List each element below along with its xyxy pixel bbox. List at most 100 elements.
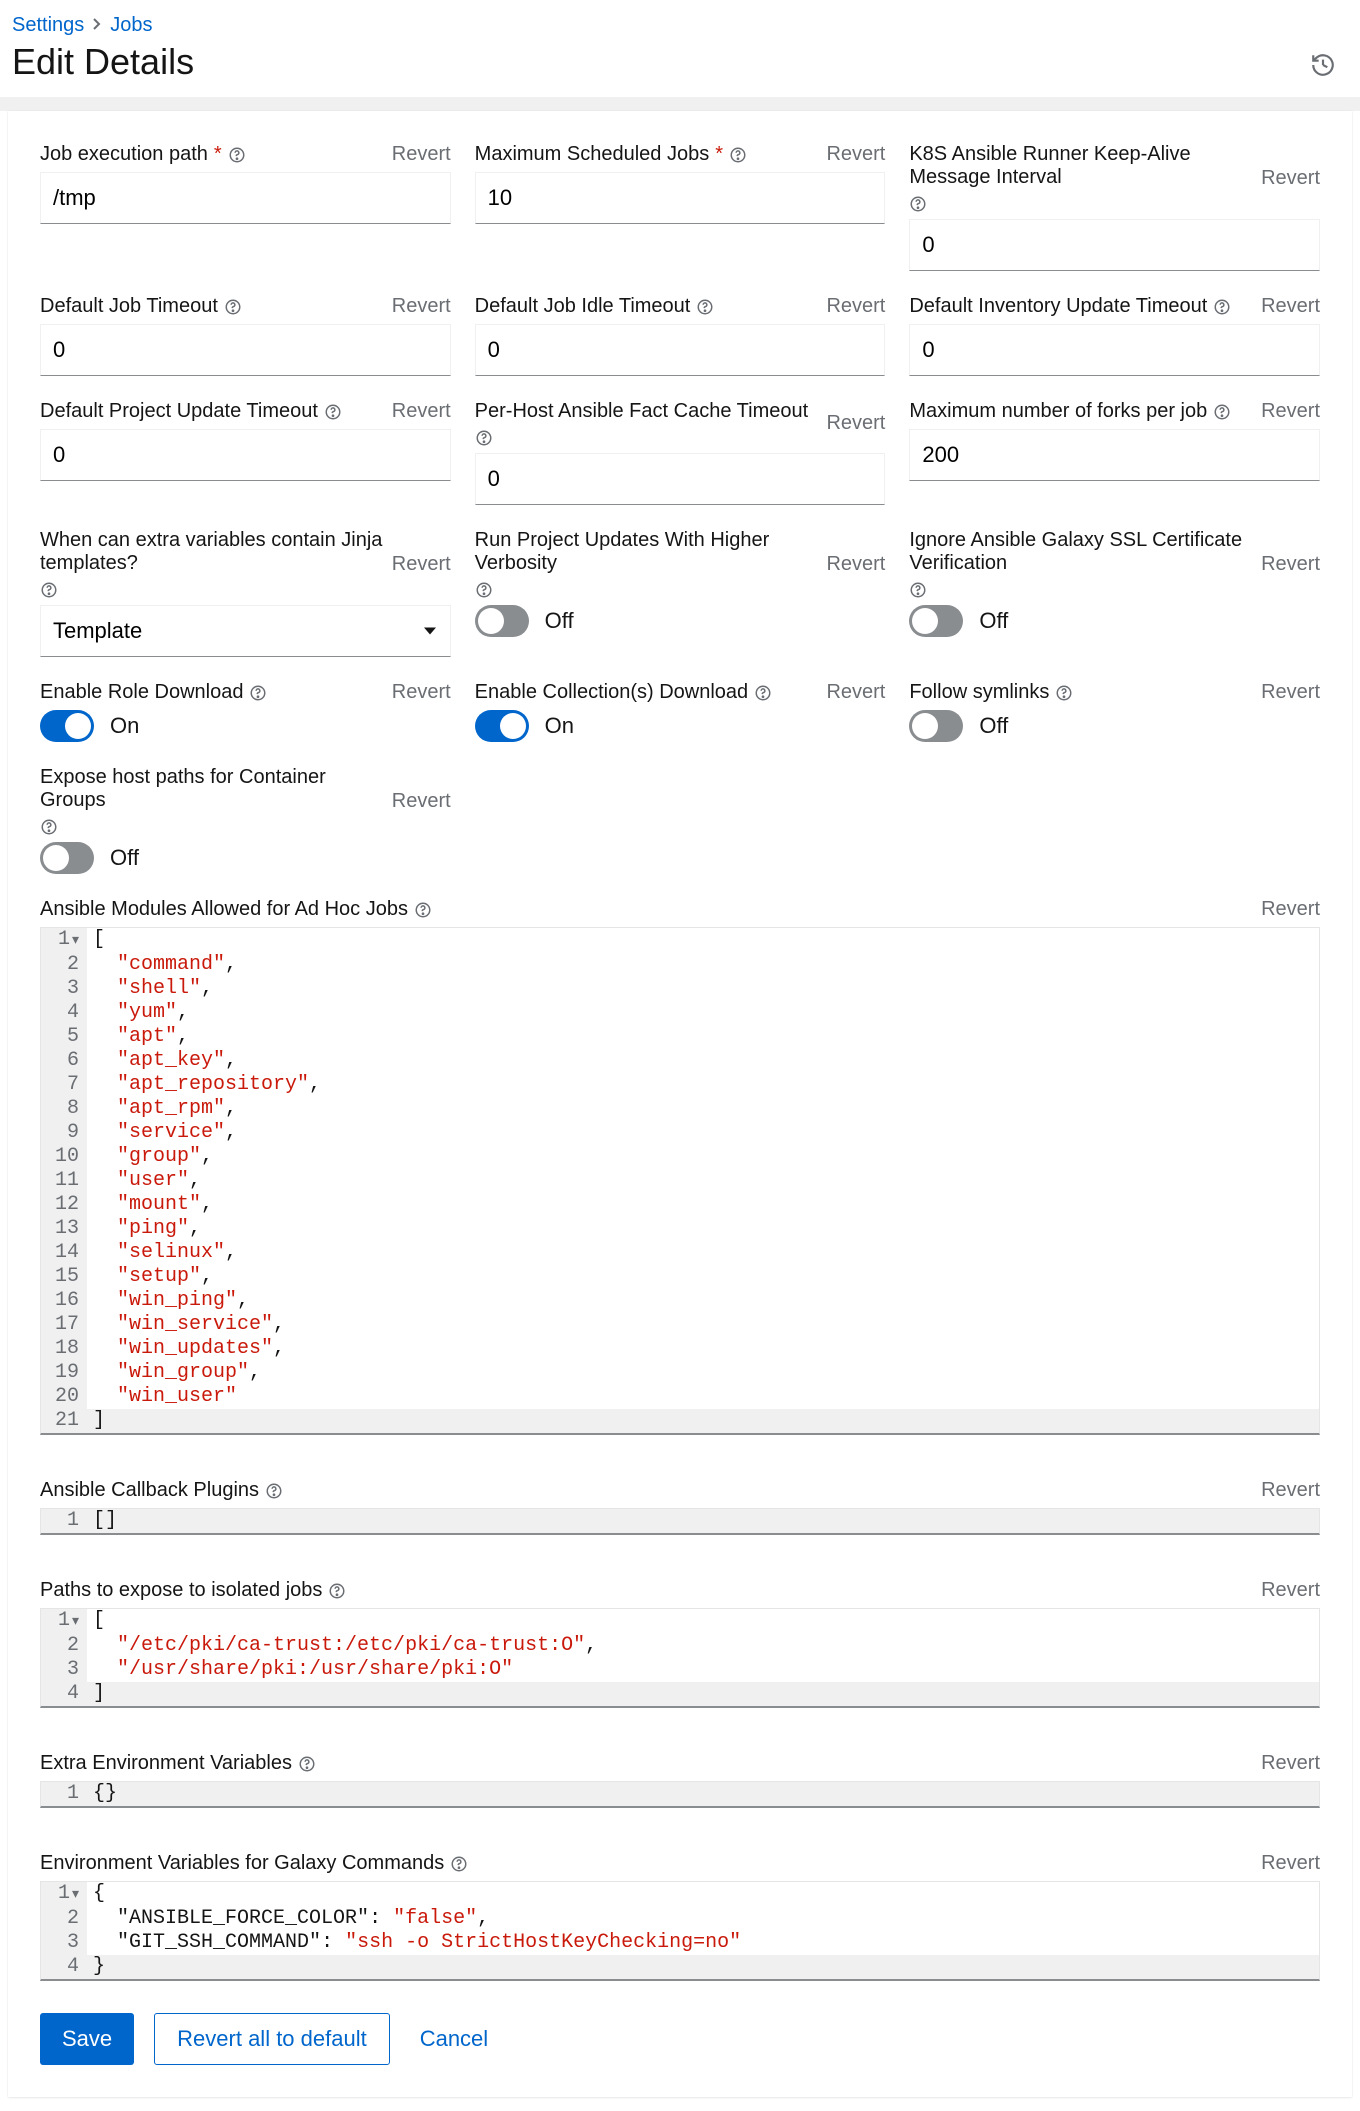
help-icon[interactable]	[224, 298, 242, 316]
breadcrumb-settings[interactable]: Settings	[12, 14, 84, 37]
ignore-ssl-state: Off	[979, 608, 1008, 634]
label-per-host-fact-cache: Per-Host Ansible Fact Cache Timeout	[475, 400, 827, 447]
revert-adhoc-modules[interactable]: Revert	[1261, 898, 1320, 921]
label-default-inv-update: Default Inventory Update Timeout	[909, 295, 1231, 318]
revert-enable-coll-dl[interactable]: Revert	[826, 681, 885, 704]
revert-k8s-keepalive[interactable]: Revert	[1261, 167, 1320, 190]
follow-symlinks-state: Off	[979, 713, 1008, 739]
help-icon[interactable]	[729, 146, 747, 164]
revert-follow-symlinks[interactable]: Revert	[1261, 681, 1320, 704]
label-default-job-idle: Default Job Idle Timeout	[475, 295, 715, 318]
label-follow-symlinks: Follow symlinks	[909, 681, 1073, 704]
revert-job-exec-path[interactable]: Revert	[392, 143, 451, 166]
revert-all-button[interactable]: Revert all to default	[154, 2013, 390, 2065]
label-isolated-paths: Paths to expose to isolated jobs	[40, 1579, 346, 1602]
galaxy-env-editor[interactable]: 1▾{2 "ANSIBLE_FORCE_COLOR": "false",3 "G…	[40, 1881, 1320, 1981]
help-icon[interactable]	[265, 1482, 283, 1500]
label-extra-env: Extra Environment Variables	[40, 1752, 316, 1775]
revert-higher-verbosity[interactable]: Revert	[826, 553, 885, 576]
revert-ignore-ssl[interactable]: Revert	[1261, 553, 1320, 576]
help-icon[interactable]	[475, 581, 493, 599]
revert-max-forks[interactable]: Revert	[1261, 400, 1320, 423]
revert-callback-plugins[interactable]: Revert	[1261, 1479, 1320, 1502]
save-button[interactable]: Save	[40, 2013, 134, 2065]
job-exec-path-input[interactable]	[40, 172, 451, 224]
jinja-select[interactable]	[40, 605, 451, 657]
revert-default-job-timeout[interactable]: Revert	[392, 295, 451, 318]
extra-env-value: {}	[93, 1782, 117, 1805]
default-job-idle-input[interactable]	[475, 324, 886, 376]
follow-symlinks-toggle[interactable]	[909, 710, 963, 742]
help-icon[interactable]	[40, 581, 58, 599]
default-job-timeout-input[interactable]	[40, 324, 451, 376]
callback-plugins-value: []	[93, 1509, 117, 1532]
adhoc-modules-editor[interactable]: 1▾[2 "command",3 "shell",4 "yum",5 "apt"…	[40, 927, 1320, 1435]
enable-role-dl-toggle[interactable]	[40, 710, 94, 742]
revert-jinja[interactable]: Revert	[392, 553, 451, 576]
enable-coll-dl-toggle[interactable]	[475, 710, 529, 742]
enable-role-dl-state: On	[110, 713, 139, 739]
help-icon[interactable]	[324, 403, 342, 421]
revert-per-host-fact-cache[interactable]: Revert	[826, 412, 885, 435]
label-enable-role-dl: Enable Role Download	[40, 681, 267, 704]
callback-plugins-editor[interactable]: 1[]	[40, 1508, 1320, 1535]
label-higher-verbosity: Run Project Updates With Higher Verbosit…	[475, 529, 827, 599]
history-icon[interactable]	[1310, 52, 1336, 84]
label-expose-host-paths: Expose host paths for Container Groups	[40, 766, 392, 836]
revert-extra-env[interactable]: Revert	[1261, 1752, 1320, 1775]
revert-isolated-paths[interactable]: Revert	[1261, 1579, 1320, 1602]
extra-env-editor[interactable]: 1{}	[40, 1781, 1320, 1808]
help-icon[interactable]	[909, 195, 927, 213]
max-forks-input[interactable]	[909, 429, 1320, 481]
revert-default-inv-update[interactable]: Revert	[1261, 295, 1320, 318]
max-scheduled-input[interactable]	[475, 172, 886, 224]
expose-host-paths-toggle[interactable]	[40, 842, 94, 874]
label-galaxy-env: Environment Variables for Galaxy Command…	[40, 1852, 468, 1875]
label-adhoc-modules: Ansible Modules Allowed for Ad Hoc Jobs	[40, 898, 432, 921]
chevron-right-icon	[92, 17, 102, 35]
expose-host-paths-state: Off	[110, 845, 139, 871]
help-icon[interactable]	[414, 901, 432, 919]
label-enable-coll-dl: Enable Collection(s) Download	[475, 681, 772, 704]
isolated-paths-editor[interactable]: 1▾[2 "/etc/pki/ca-trust:/etc/pki/ca-trus…	[40, 1608, 1320, 1708]
help-icon[interactable]	[1213, 298, 1231, 316]
breadcrumb: Settings Jobs	[12, 10, 1348, 39]
help-icon[interactable]	[475, 429, 493, 447]
help-icon[interactable]	[228, 146, 246, 164]
revert-default-job-idle[interactable]: Revert	[826, 295, 885, 318]
help-icon[interactable]	[328, 1582, 346, 1600]
section-divider	[0, 97, 1360, 111]
label-jinja: When can extra variables contain Jinja t…	[40, 529, 392, 599]
revert-default-proj-update[interactable]: Revert	[392, 400, 451, 423]
ignore-ssl-toggle[interactable]	[909, 605, 963, 637]
page-title: Edit Details	[12, 41, 194, 83]
help-icon[interactable]	[298, 1755, 316, 1773]
edit-form-card: Job execution path* Revert Maximum Sched…	[8, 111, 1352, 2097]
per-host-fact-cache-input[interactable]	[475, 453, 886, 505]
label-default-job-timeout: Default Job Timeout	[40, 295, 242, 318]
label-k8s-keepalive: K8S Ansible Runner Keep-Alive Message In…	[909, 143, 1261, 213]
help-icon[interactable]	[696, 298, 714, 316]
default-proj-update-input[interactable]	[40, 429, 451, 481]
higher-verbosity-state: Off	[545, 608, 574, 634]
help-icon[interactable]	[754, 684, 772, 702]
breadcrumb-jobs[interactable]: Jobs	[110, 14, 152, 37]
k8s-keepalive-input[interactable]	[909, 219, 1320, 271]
label-default-proj-update: Default Project Update Timeout	[40, 400, 342, 423]
revert-enable-role-dl[interactable]: Revert	[392, 681, 451, 704]
help-icon[interactable]	[40, 818, 58, 836]
revert-expose-host-paths[interactable]: Revert	[392, 790, 451, 813]
label-callback-plugins: Ansible Callback Plugins	[40, 1479, 283, 1502]
help-icon[interactable]	[1055, 684, 1073, 702]
label-max-scheduled: Maximum Scheduled Jobs*	[475, 143, 747, 166]
default-inv-update-input[interactable]	[909, 324, 1320, 376]
cancel-button[interactable]: Cancel	[410, 2013, 498, 2065]
higher-verbosity-toggle[interactable]	[475, 605, 529, 637]
help-icon[interactable]	[249, 684, 267, 702]
help-icon[interactable]	[450, 1855, 468, 1873]
help-icon[interactable]	[1213, 403, 1231, 421]
revert-max-scheduled[interactable]: Revert	[826, 143, 885, 166]
enable-coll-dl-state: On	[545, 713, 574, 739]
help-icon[interactable]	[909, 581, 927, 599]
revert-galaxy-env[interactable]: Revert	[1261, 1852, 1320, 1875]
